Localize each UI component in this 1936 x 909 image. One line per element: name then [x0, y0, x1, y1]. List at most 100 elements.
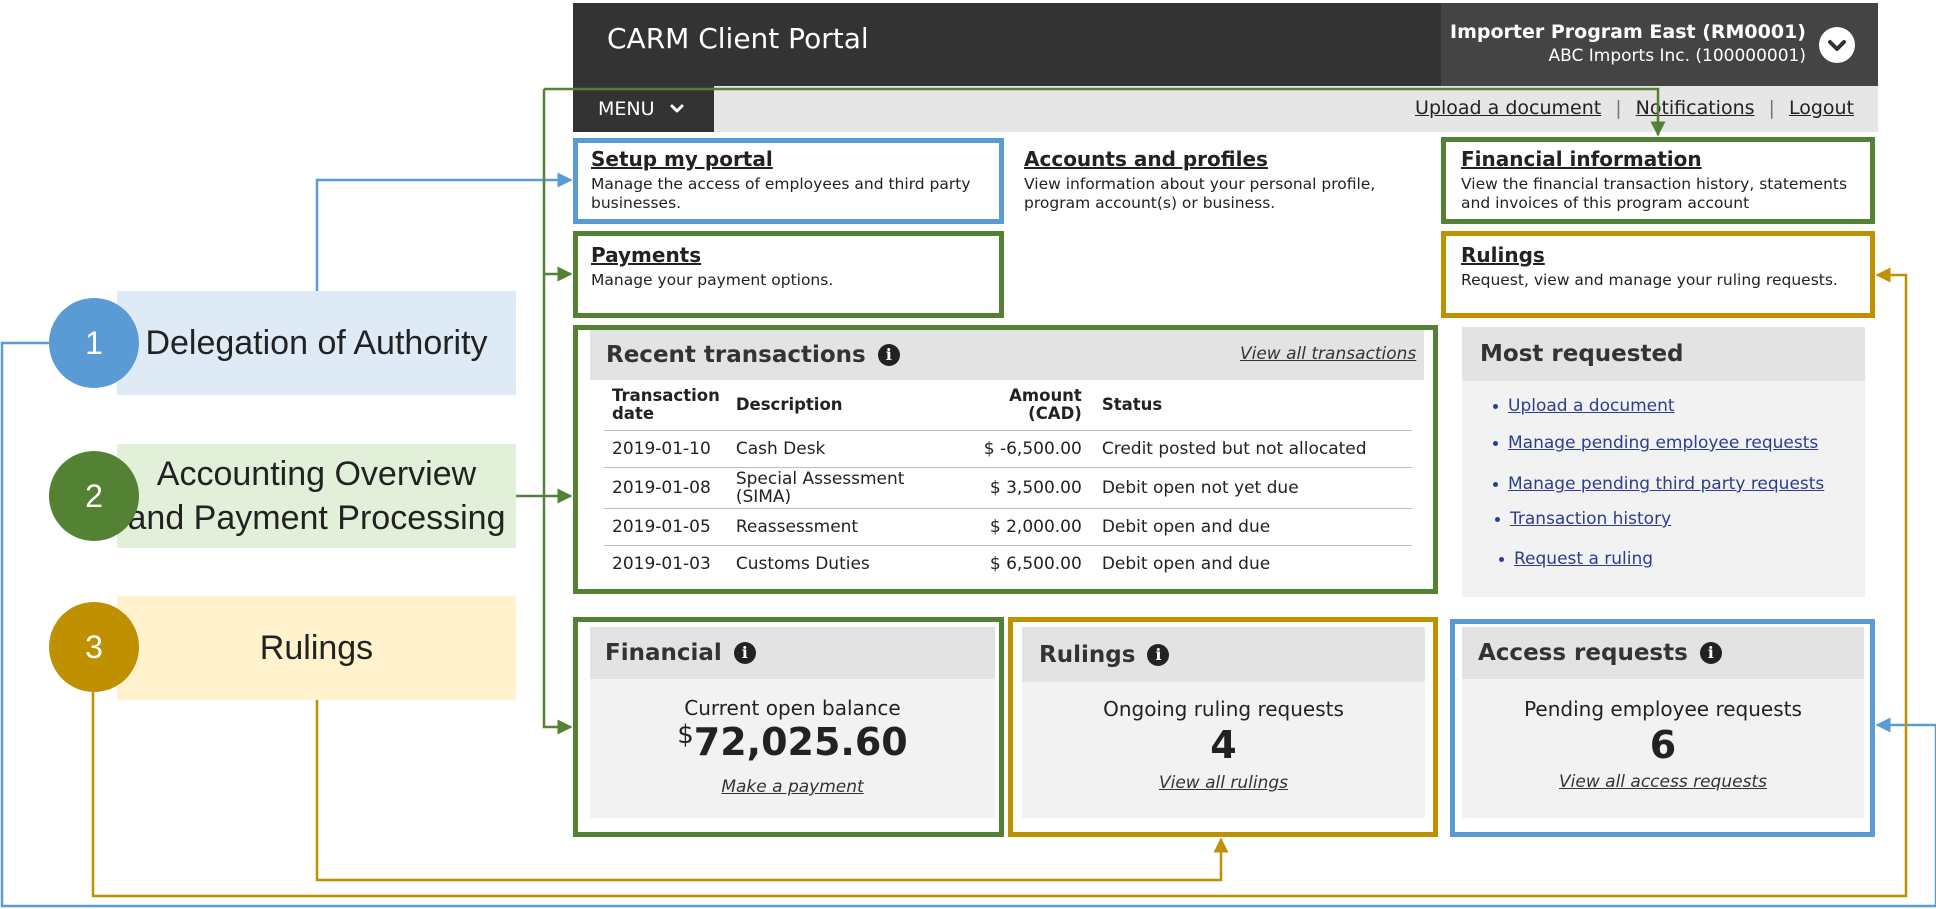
cell-description: Reassessment — [727, 508, 944, 546]
access-requests-title: Access requests — [1478, 640, 1688, 666]
view-all-transactions-link[interactable]: View all transactions — [1240, 344, 1416, 364]
access-requests-header: Access requests i — [1462, 627, 1864, 679]
cell-amount: $ 3,500.00 — [943, 467, 1094, 509]
ongoing-rulings-count: 4 — [1210, 723, 1237, 767]
legend-label-accounting: Accounting Overview and Payment Processin… — [117, 444, 516, 548]
column-header-amount: Amount (CAD) — [1009, 386, 1082, 423]
most-requested-link[interactable]: Manage pending employee requests — [1508, 433, 1818, 453]
info-icon[interactable]: i — [733, 642, 756, 664]
quicklink-setup-desc: Manage the access of employees and third… — [591, 175, 971, 212]
financial-card-header: Financial i — [590, 627, 995, 679]
table-row[interactable]: 2019-01-03 Customs Duties $ 6,500.00 Deb… — [604, 545, 1412, 582]
cell-amount: $ 6,500.00 — [943, 545, 1094, 582]
column-header-status: Status — [1101, 395, 1163, 414]
account-name: Importer Program East (RM0001) — [1450, 21, 1806, 43]
account-switcher-panel[interactable] — [1441, 3, 1878, 86]
nav-separator: | — [1768, 97, 1775, 119]
cell-status: Debit open not yet due — [1093, 467, 1412, 509]
ongoing-rulings-label: Ongoing ruling requests — [1103, 697, 1344, 721]
quicklink-financial-desc: View the financial transaction history, … — [1461, 175, 1848, 212]
table-row[interactable]: 2019-01-05 Reassessment $ 2,000.00 Debit… — [604, 508, 1412, 546]
pending-employee-label: Pending employee requests — [1524, 697, 1802, 721]
list-item: Manage pending third party requests — [1493, 474, 1824, 494]
cell-amount: $ -6,500.00 — [943, 430, 1094, 468]
transactions-table: Transaction date Description Amount (CAD)… — [604, 380, 1412, 582]
transactions-title: Recent transactions — [606, 342, 866, 368]
legend-number-1: 1 — [49, 298, 139, 388]
legend-label-rulings: Rulings — [117, 596, 516, 700]
utility-links: Upload a document | Notifications | Logo… — [1415, 97, 1854, 119]
currency-symbol: $ — [677, 720, 694, 750]
table-row[interactable]: 2019-01-10 Cash Desk $ -6,500.00 Credit … — [604, 430, 1412, 468]
legend-number-2: 2 — [49, 451, 139, 541]
legend-number-3: 3 — [49, 602, 139, 692]
quicklink-rulings[interactable]: Rulings Request, view and manage your ru… — [1461, 243, 1876, 290]
pending-employee-count: 6 — [1649, 723, 1677, 767]
quicklink-payments-title[interactable]: Payments — [591, 243, 1001, 267]
info-icon[interactable]: i — [1147, 643, 1170, 666]
quicklink-financial-title[interactable]: Financial information — [1461, 147, 1876, 171]
most-requested-link[interactable]: Request a ruling — [1514, 549, 1653, 569]
logout-link[interactable]: Logout — [1789, 97, 1854, 119]
column-header-date: Transaction date — [612, 386, 720, 423]
chevron-down-icon — [1828, 40, 1846, 51]
nav-separator: | — [1615, 97, 1622, 119]
menu-button[interactable]: MENU — [573, 86, 714, 132]
list-item: Request a ruling — [1499, 549, 1653, 569]
quicklink-payments-desc: Manage your payment options. — [591, 271, 834, 289]
cell-amount: $ 2,000.00 — [943, 508, 1094, 546]
transactions-table-area: Transaction date Description Amount (CAD)… — [604, 380, 1412, 585]
make-payment-link[interactable]: Make a payment — [590, 777, 995, 797]
cell-date: 2019-01-05 — [604, 508, 728, 546]
list-item: Upload a document — [1493, 396, 1675, 416]
quicklink-setup[interactable]: Setup my portal Manage the access of emp… — [591, 147, 1001, 213]
table-row[interactable]: 2019-01-08 Special Assessment (SIMA) $ 3,… — [604, 467, 1412, 509]
quicklink-accounts[interactable]: Accounts and profiles View information a… — [1024, 147, 1434, 213]
app-title: CARM Client Portal — [607, 22, 869, 55]
cell-status: Debit open and due — [1093, 545, 1412, 582]
info-icon[interactable]: i — [877, 344, 900, 366]
balance-amount: 72,025.60 — [693, 720, 908, 764]
chevron-down-icon — [670, 104, 684, 113]
account-dropdown-button[interactable] — [1819, 27, 1855, 63]
financial-card-title: Financial — [605, 640, 722, 666]
cell-date: 2019-01-03 — [604, 545, 728, 582]
most-requested-link[interactable]: Transaction history — [1510, 509, 1671, 529]
cell-status: Credit posted but not allocated — [1093, 430, 1412, 468]
cell-status: Debit open and due — [1093, 508, 1412, 546]
quicklink-rulings-title[interactable]: Rulings — [1461, 243, 1876, 267]
cell-description: Special Assessment (SIMA) — [727, 467, 944, 509]
list-item: Manage pending employee requests — [1493, 433, 1818, 453]
cell-date: 2019-01-10 — [604, 430, 728, 468]
most-requested-header: Most requested — [1462, 327, 1865, 381]
view-all-rulings-link[interactable]: View all rulings — [1022, 773, 1425, 793]
cell-description: Cash Desk — [727, 430, 944, 468]
table-header-row: Transaction date Description Amount (CAD)… — [604, 380, 1412, 431]
rulings-card-header: Rulings i — [1022, 627, 1425, 682]
quicklink-setup-title[interactable]: Setup my portal — [591, 147, 1001, 171]
legend-label-delegation: Delegation of Authority — [117, 291, 516, 395]
open-balance-label: Current open balance — [684, 696, 901, 720]
most-requested-title: Most requested — [1480, 341, 1684, 367]
quicklink-accounts-title[interactable]: Accounts and profiles — [1024, 147, 1434, 171]
quicklink-financial[interactable]: Financial information View the financial… — [1461, 147, 1876, 213]
notifications-link[interactable]: Notifications — [1636, 97, 1755, 119]
quicklink-accounts-desc: View information about your personal pro… — [1024, 175, 1376, 212]
rulings-card-title: Rulings — [1039, 641, 1136, 668]
most-requested-link[interactable]: Upload a document — [1508, 396, 1675, 416]
open-balance-value: $72,025.60 — [590, 720, 995, 764]
connector-arrow-setup — [315, 172, 573, 291]
view-all-access-requests-link[interactable]: View all access requests — [1462, 772, 1864, 792]
account-business: ABC Imports Inc. (100000001) — [1548, 46, 1807, 66]
quicklink-payments[interactable]: Payments Manage your payment options. — [591, 243, 1001, 290]
list-item: Transaction history — [1495, 509, 1671, 529]
connector-arrow-financial-card — [542, 496, 573, 735]
quicklink-rulings-desc: Request, view and manage your ruling req… — [1461, 271, 1838, 289]
info-icon[interactable]: i — [1699, 642, 1722, 664]
cell-description: Customs Duties — [727, 545, 944, 582]
cell-date: 2019-01-08 — [604, 467, 728, 509]
upload-document-link[interactable]: Upload a document — [1415, 97, 1601, 119]
column-header-description: Description — [735, 395, 843, 414]
menu-label: MENU — [598, 98, 655, 120]
most-requested-link[interactable]: Manage pending third party requests — [1508, 474, 1824, 494]
